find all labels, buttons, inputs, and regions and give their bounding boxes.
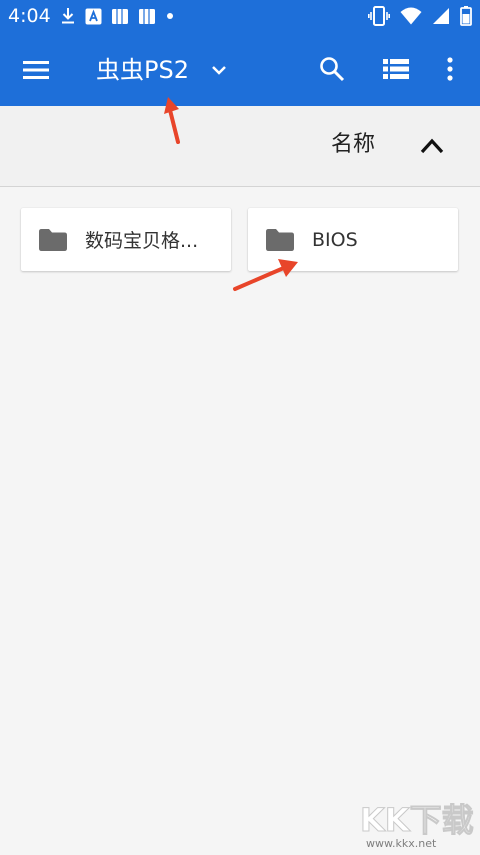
sort-bar: 名称: [0, 106, 480, 187]
list-view-icon: [383, 59, 409, 79]
more-vert-icon: [447, 57, 453, 81]
search-icon: [320, 57, 345, 82]
folder-icon: [39, 228, 67, 251]
folder-icon: [266, 228, 294, 251]
folder-name: BIOS: [312, 228, 358, 251]
wifi-icon: [400, 7, 422, 25]
folder-title-dropdown[interactable]: 虫虫PS2: [96, 50, 227, 90]
sort-by-name-label[interactable]: 名称: [331, 130, 375, 160]
notebook-icon: [138, 8, 156, 25]
chevron-up-icon: [420, 138, 444, 154]
view-toggle-button[interactable]: [378, 51, 414, 87]
toolbar: 虫虫PS2: [0, 32, 480, 106]
a-badge-icon: [85, 8, 102, 25]
menu-button[interactable]: [20, 54, 52, 86]
hamburger-menu-icon: [23, 61, 49, 79]
status-notification-icons: [60, 5, 175, 27]
download-icon: [60, 7, 76, 25]
dot-icon: [165, 11, 175, 21]
battery-icon: [460, 6, 472, 26]
chevron-down-icon: [211, 64, 227, 76]
status-bar: 4:04: [0, 0, 480, 32]
cell-signal-icon: [432, 7, 450, 25]
folder-item-bios[interactable]: BIOS: [248, 208, 458, 271]
status-system-icons: [368, 4, 472, 28]
status-time: 4:04: [8, 5, 51, 27]
sort-direction-button[interactable]: [416, 134, 448, 158]
search-button[interactable]: [314, 51, 350, 87]
notebook-icon: [111, 8, 129, 25]
folder-name: 数码宝贝格...: [85, 230, 199, 252]
more-options-button[interactable]: [436, 51, 464, 87]
app-bar: 4:04 虫虫PS2: [0, 0, 480, 106]
page-title: 虫虫PS2: [96, 56, 189, 84]
vibrate-icon: [368, 6, 390, 26]
folder-item[interactable]: 数码宝贝格...: [21, 208, 231, 271]
file-grid: 数码宝贝格... BIOS: [0, 187, 480, 853]
